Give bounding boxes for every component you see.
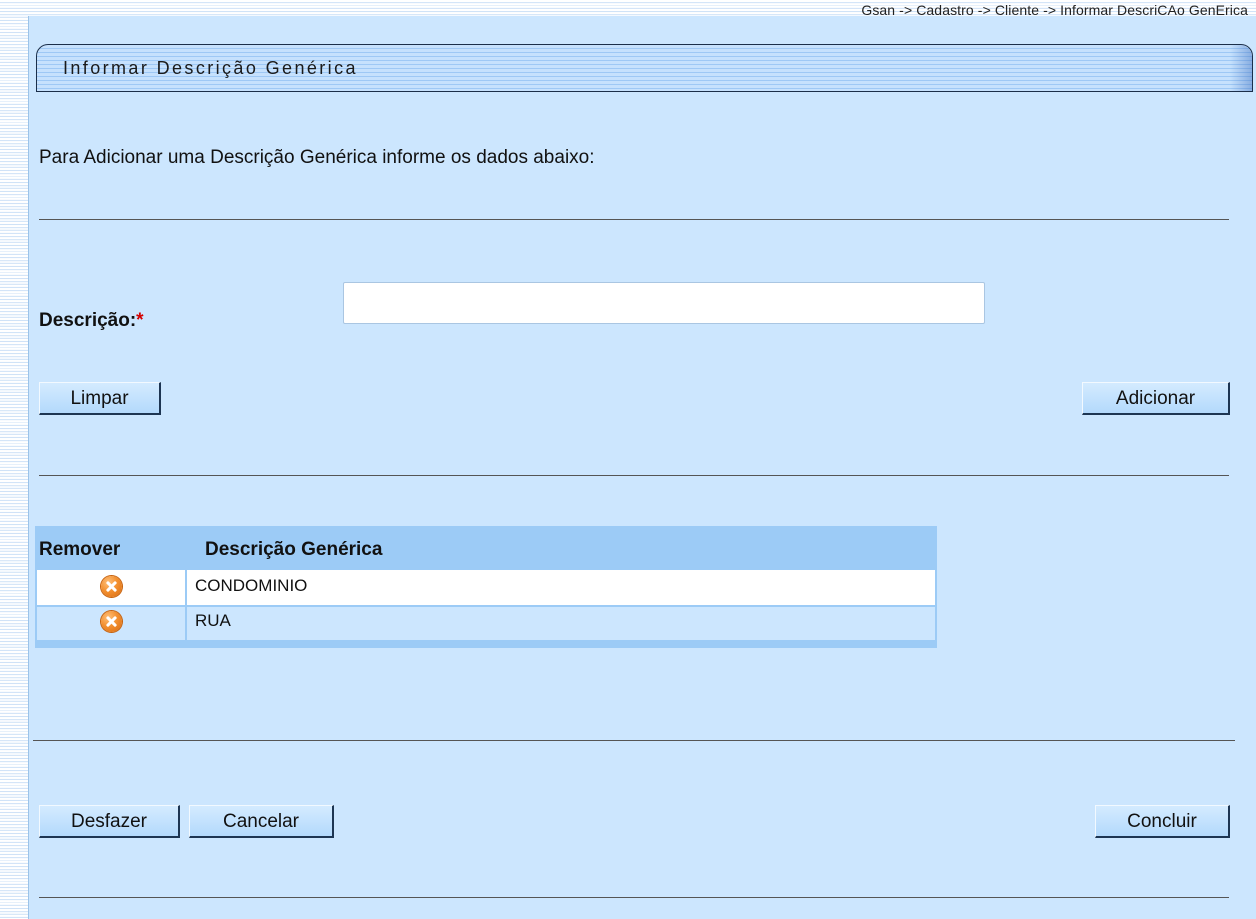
finish-button[interactable]: Concluir — [1095, 805, 1230, 838]
description-input[interactable] — [343, 282, 985, 324]
instruction-text: Para Adicionar uma Descrição Genérica in… — [39, 147, 595, 168]
remove-cell — [37, 607, 187, 640]
content-panel: Informar Descrição Genérica Para Adicion… — [28, 16, 1256, 919]
description-label-text: Descrição: — [39, 310, 137, 331]
column-header-remove: Remover — [39, 539, 121, 560]
table-row: RUA — [37, 605, 935, 640]
page-title: Informar Descrição Genérica — [63, 58, 358, 78]
divider — [33, 740, 1235, 741]
divider — [39, 897, 1229, 898]
required-marker: * — [136, 310, 144, 331]
description-cell: RUA — [195, 611, 231, 630]
remove-cell — [37, 570, 187, 605]
breadcrumb: Gsan -> Cadastro -> Cliente -> Informar … — [861, 2, 1248, 18]
undo-button[interactable]: Desfazer — [39, 805, 180, 838]
generic-description-table: Remover Descrição Genérica CONDOMINIO RU… — [35, 526, 937, 648]
cancel-button[interactable]: Cancelar — [189, 805, 334, 838]
divider — [39, 475, 1229, 476]
remove-circle-x-icon[interactable] — [101, 611, 122, 632]
description-cell: CONDOMINIO — [195, 576, 308, 595]
add-button[interactable]: Adicionar — [1082, 382, 1230, 415]
description-label: Descrição:* — [39, 310, 144, 332]
column-header-description: Descrição Genérica — [205, 539, 383, 560]
page-title-bar: Informar Descrição Genérica — [36, 44, 1253, 92]
table-header: Remover Descrição Genérica — [37, 528, 935, 570]
divider — [39, 219, 1229, 220]
clear-button[interactable]: Limpar — [39, 382, 161, 415]
table-row: CONDOMINIO — [37, 570, 935, 605]
remove-circle-x-icon[interactable] — [101, 576, 122, 597]
